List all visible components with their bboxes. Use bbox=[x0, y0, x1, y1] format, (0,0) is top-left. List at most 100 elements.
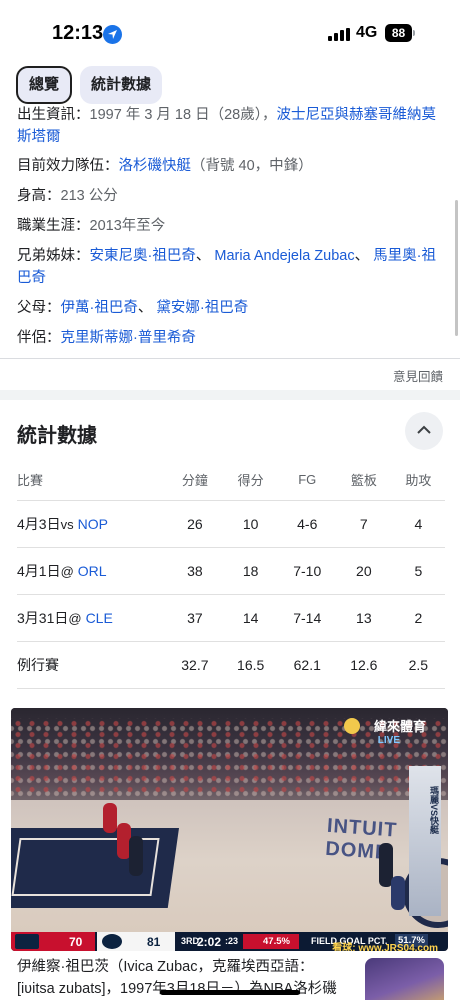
info-career: 職業生涯：2013年至今 bbox=[17, 218, 166, 234]
player-figure bbox=[129, 836, 143, 876]
game-date: 4月3日 bbox=[17, 515, 61, 532]
col-min: 分鐘 bbox=[167, 460, 223, 501]
season-ast: 2.5 bbox=[391, 641, 445, 689]
collapse-button[interactable] bbox=[405, 412, 443, 450]
col-ast: 助攻 bbox=[391, 460, 445, 501]
cell-reb: 20 bbox=[335, 547, 392, 595]
battery-icon: 88 bbox=[385, 24, 412, 42]
shot-clock: :23 bbox=[225, 936, 239, 946]
status-bar: 12:13 4G 88 bbox=[0, 0, 460, 62]
channel-logo-icon bbox=[344, 718, 360, 734]
player-figure bbox=[103, 803, 117, 833]
game-vs: @ bbox=[68, 610, 82, 626]
ad-board: 瑪麗VS快艇 bbox=[409, 766, 441, 916]
network-type: 4G bbox=[356, 24, 378, 41]
season-label: 例行賽 bbox=[17, 641, 167, 689]
game-clock: 2:02 bbox=[197, 935, 222, 949]
cell-fg: 7-14 bbox=[278, 594, 336, 642]
cell-ast: 5 bbox=[391, 547, 445, 595]
status-time: 12:13 bbox=[52, 22, 104, 44]
court-paint bbox=[11, 828, 180, 908]
sibling-link-2[interactable]: Maria Andejela Zubac bbox=[214, 248, 354, 264]
opponent-link[interactable]: NOP bbox=[78, 516, 108, 532]
chevron-up-icon bbox=[417, 425, 431, 434]
team2-score: 81 bbox=[147, 935, 161, 949]
info-height-key: 身高 bbox=[17, 188, 46, 204]
cell-reb: 7 bbox=[335, 500, 392, 548]
team1-fg-pct: 47.5% bbox=[243, 934, 299, 949]
game-date: 3月31日 bbox=[17, 609, 69, 626]
cell-ast: 4 bbox=[391, 500, 445, 548]
col-game: 比賽 bbox=[17, 460, 167, 501]
sibling-link-1[interactable]: 安東尼奧·祖巴奇 bbox=[90, 248, 196, 264]
team2-logo-icon bbox=[102, 934, 122, 949]
season-reb: 12.6 bbox=[335, 641, 392, 689]
game-vs: vs bbox=[60, 516, 74, 532]
cell-min: 37 bbox=[167, 594, 223, 642]
team2-block: 81 bbox=[97, 932, 175, 951]
channel-name: 緯來體育 bbox=[373, 719, 426, 734]
team-link[interactable]: 洛杉磯快艇 bbox=[119, 158, 192, 174]
info-siblings-key: 兄弟姊妹 bbox=[17, 248, 75, 264]
team1-score: 70 bbox=[69, 935, 83, 949]
game-date: 4月1日 bbox=[17, 562, 61, 579]
cell-pts: 18 bbox=[222, 547, 279, 595]
cell-pts: 14 bbox=[222, 594, 279, 642]
table-row[interactable]: 3月31日@ CLE 37 14 7-14 13 2 bbox=[17, 594, 445, 642]
info-born: 出生資訊：1997 年 3 月 18 日（28歲），波士尼亞與赫塞哥維納莫斯塔爾 bbox=[17, 107, 436, 145]
info-team-suffix: （背號 40，中鋒） bbox=[191, 158, 313, 174]
info-team: 目前效力隊伍：洛杉磯快艇（背號 40，中鋒） bbox=[17, 158, 313, 174]
opponent-link[interactable]: ORL bbox=[78, 563, 107, 579]
cell-pts: 10 bbox=[222, 500, 279, 548]
team1-logo-icon bbox=[15, 934, 39, 949]
live-badge: LIVE bbox=[377, 735, 400, 746]
opponent-link[interactable]: CLE bbox=[86, 610, 113, 626]
cell-min: 38 bbox=[167, 547, 223, 595]
col-reb: 籃板 bbox=[335, 460, 392, 501]
info-born-key: 出生資訊 bbox=[17, 107, 75, 123]
cell-ast: 2 bbox=[391, 594, 445, 642]
info-partner-key: 伴侶 bbox=[17, 330, 46, 346]
info-team-key: 目前效力隊伍 bbox=[17, 158, 104, 174]
section-chips: 總覽 統計數據 bbox=[0, 66, 460, 106]
season-row: 例行賽 32.7 16.5 62.1 12.6 2.5 bbox=[17, 641, 445, 689]
pip-video-player[interactable]: INTUIT DOME 瑪麗VS快艇 緯來體育 LIVE 70 81 3RD 2… bbox=[11, 708, 448, 951]
section-separator bbox=[0, 390, 460, 400]
scrollbar[interactable] bbox=[455, 200, 458, 336]
info-siblings: 兄弟姊妹：安東尼奧·祖巴奇、 Maria Andejela Zubac、 馬里奧… bbox=[17, 248, 436, 286]
partner-link[interactable]: 克里斯蒂娜·普里希奇 bbox=[61, 330, 196, 346]
table-row[interactable]: 4月1日@ ORL 38 18 7-10 20 5 bbox=[17, 547, 445, 595]
watermark: 看球: www.JRS04.com bbox=[332, 943, 438, 951]
col-fg: FG bbox=[278, 460, 336, 501]
info-height-value: 213 公分 bbox=[60, 188, 118, 204]
feedback-link[interactable]: 意見回饋 bbox=[393, 366, 443, 385]
info-height: 身高：213 公分 bbox=[17, 188, 118, 204]
season-min: 32.7 bbox=[167, 641, 223, 689]
location-arrow-icon bbox=[103, 25, 122, 44]
cell-fg: 7-10 bbox=[278, 547, 336, 595]
player-figure bbox=[391, 876, 405, 910]
parent-link-2[interactable]: 黛安娜·祖巴奇 bbox=[156, 300, 248, 316]
season-fg: 62.1 bbox=[278, 641, 336, 689]
table-row[interactable]: 4月3日vs NOP 26 10 4-6 7 4 bbox=[17, 500, 445, 548]
article-thumbnail[interactable] bbox=[365, 958, 444, 1000]
game-vs: @ bbox=[60, 563, 74, 579]
cell-reb: 13 bbox=[335, 594, 392, 642]
cell-min: 26 bbox=[167, 500, 223, 548]
divider bbox=[0, 358, 460, 359]
team1-block: 70 bbox=[11, 932, 95, 951]
stats-table: 比賽 分鐘 得分 FG 籃板 助攻 4月3日vs NOP 26 10 4-6 7 … bbox=[17, 460, 445, 689]
cellular-signal-icon bbox=[328, 28, 350, 41]
info-born-value: 1997 年 3 月 18 日（28歲）， bbox=[89, 107, 277, 123]
cell-fg: 4-6 bbox=[278, 500, 336, 548]
stats-title: 統計數據 bbox=[17, 425, 97, 447]
parent-link-1[interactable]: 伊萬·祖巴奇 bbox=[61, 300, 138, 316]
info-career-key: 職業生涯 bbox=[17, 218, 75, 234]
chip-overview[interactable]: 總覽 bbox=[16, 66, 72, 104]
info-parents-key: 父母 bbox=[17, 300, 46, 316]
chip-stats[interactable]: 統計數據 bbox=[80, 66, 162, 104]
home-indicator[interactable] bbox=[160, 990, 300, 995]
col-pts: 得分 bbox=[222, 460, 279, 501]
info-parents: 父母：伊萬·祖巴奇、 黛安娜·祖巴奇 bbox=[17, 300, 249, 316]
stats-header-row: 比賽 分鐘 得分 FG 籃板 助攻 bbox=[17, 460, 445, 501]
